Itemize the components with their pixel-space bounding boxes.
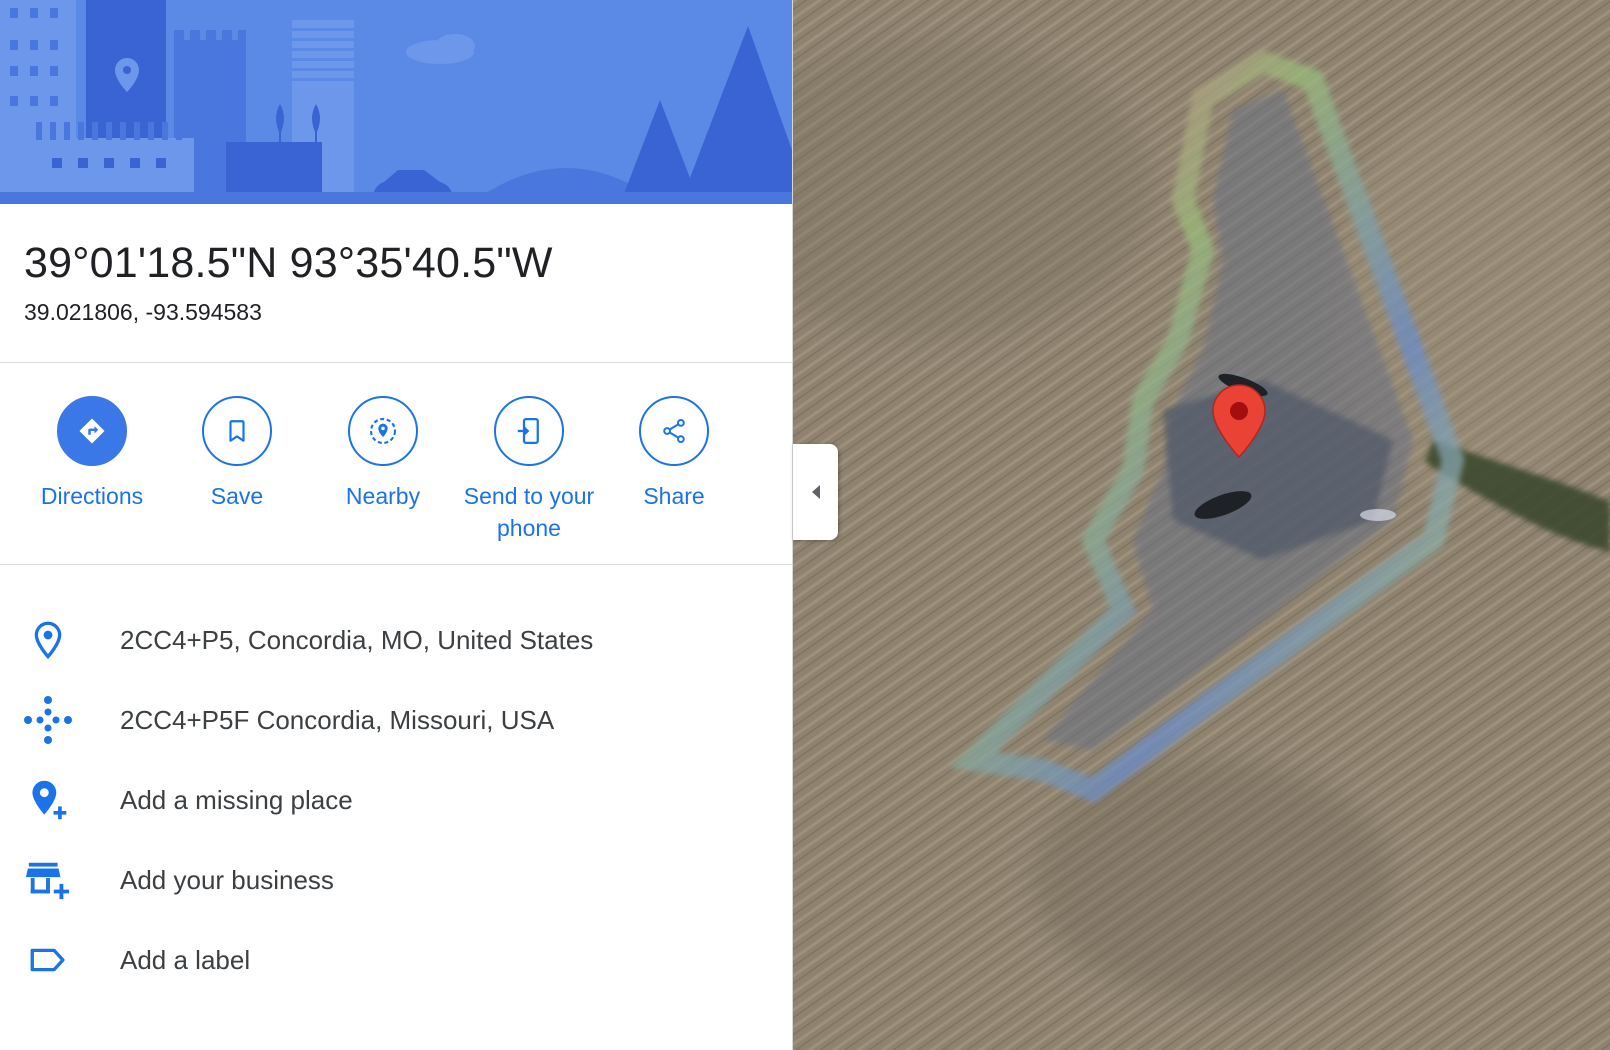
divider bbox=[0, 564, 792, 565]
save-label: Save bbox=[210, 483, 264, 509]
address-row[interactable]: 2CC4+P5, Concordia, MO, United States bbox=[0, 600, 792, 680]
add-business-text: Add your business bbox=[120, 865, 334, 895]
place-panel: 39°01'18.5"N 93°35'40.5"W 39.021806, -93… bbox=[0, 0, 793, 1050]
send-to-phone-icon bbox=[494, 396, 564, 466]
coordinate-header: 39°01'18.5"N 93°35'40.5"W 39.021806, -93… bbox=[24, 238, 764, 326]
add-business-icon bbox=[22, 854, 74, 906]
plus-code-row[interactable]: 2CC4+P5F Concordia, Missouri, USA bbox=[0, 680, 792, 760]
add-business-row[interactable]: Add your business bbox=[0, 840, 792, 920]
nearby-label: Nearby bbox=[345, 483, 421, 509]
share-button[interactable]: Share bbox=[599, 396, 749, 512]
nearby-icon bbox=[348, 396, 418, 466]
send-to-phone-label: Send to your phone bbox=[463, 483, 595, 541]
info-list: 2CC4+P5, Concordia, MO, United States 2C… bbox=[0, 600, 792, 1000]
send-to-phone-button[interactable]: Send to your phone bbox=[454, 396, 604, 544]
add-label-text: Add a label bbox=[120, 945, 251, 975]
plus-code-icon bbox=[22, 694, 74, 746]
plus-code-text: 2CC4+P5F Concordia, Missouri, USA bbox=[120, 705, 555, 735]
collapse-panel-button[interactable] bbox=[793, 444, 838, 540]
nearby-button[interactable]: Nearby bbox=[308, 396, 458, 512]
hero-illustration bbox=[0, 0, 792, 204]
divider bbox=[0, 362, 792, 363]
directions-label: Directions bbox=[40, 483, 144, 509]
address-text: 2CC4+P5, Concordia, MO, United States bbox=[120, 625, 594, 655]
action-buttons: Directions Save Nearby Send to your phon… bbox=[0, 396, 792, 546]
location-pin-icon bbox=[22, 614, 74, 666]
decimal-coordinates[interactable]: 39.021806, -93.594583 bbox=[24, 298, 764, 326]
label-icon bbox=[22, 934, 74, 986]
page-title[interactable]: 39°01'18.5"N 93°35'40.5"W bbox=[24, 238, 764, 288]
add-label-row[interactable]: Add a label bbox=[0, 920, 792, 1000]
satellite-map[interactable] bbox=[793, 0, 1610, 1050]
directions-button[interactable]: Directions bbox=[17, 396, 167, 512]
chevron-left-icon bbox=[811, 485, 820, 499]
add-missing-place-text: Add a missing place bbox=[120, 785, 353, 815]
directions-icon bbox=[57, 396, 127, 466]
add-place-icon bbox=[22, 774, 74, 826]
bookmark-icon bbox=[202, 396, 272, 466]
share-label: Share bbox=[643, 483, 705, 509]
add-missing-place-row[interactable]: Add a missing place bbox=[0, 760, 792, 840]
share-icon bbox=[639, 396, 709, 466]
save-button[interactable]: Save bbox=[162, 396, 312, 512]
